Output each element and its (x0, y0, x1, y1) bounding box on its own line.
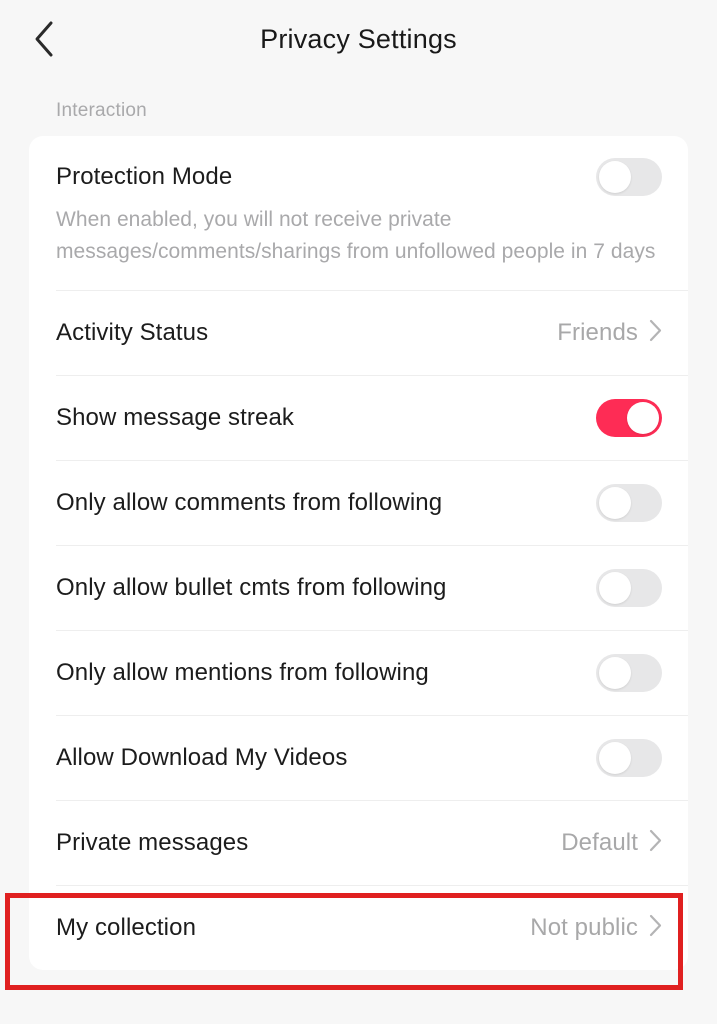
row-value: Default (561, 828, 638, 856)
row-only-allow-comments[interactable]: Only allow comments from following (29, 461, 688, 545)
row-value: Friends (557, 318, 638, 346)
toggle-only-allow-bullet-cmts[interactable] (596, 568, 662, 607)
row-allow-download-my-videos[interactable]: Allow Download My Videos (29, 716, 688, 800)
row-label: Activity Status (56, 319, 209, 347)
toggle-only-allow-mentions[interactable] (596, 653, 662, 692)
toggle-only-allow-comments[interactable] (596, 483, 662, 522)
toggle-allow-download-my-videos[interactable] (596, 738, 662, 777)
row-only-allow-mentions[interactable]: Only allow mentions from following (29, 631, 688, 715)
row-only-allow-bullet-cmts[interactable]: Only allow bullet cmts from following (29, 546, 688, 630)
row-label: Only allow bullet cmts from following (56, 574, 447, 602)
row-control: Friends (557, 319, 662, 347)
chevron-right-icon (649, 914, 662, 942)
toggle-knob (599, 161, 631, 193)
row-control (596, 158, 662, 196)
toggle-knob (627, 401, 659, 434)
chevron-left-icon (33, 20, 55, 58)
row-control (596, 568, 662, 607)
toggle-protection-mode[interactable] (596, 158, 662, 196)
row-label: Only allow mentions from following (56, 659, 429, 687)
row-control: Default (561, 829, 662, 857)
row-control (596, 483, 662, 522)
page-title: Privacy Settings (260, 23, 457, 54)
row-my-collection[interactable]: My collection Not public (29, 886, 688, 970)
row-protection-mode-top: Protection Mode (56, 158, 662, 196)
row-value: Not public (530, 913, 638, 941)
toggle-knob (599, 656, 631, 689)
row-label: My collection (56, 914, 197, 942)
row-label: Protection Mode (56, 163, 233, 191)
row-label: Private messages (56, 829, 249, 857)
row-description: When enabled, you will not receive priva… (56, 208, 656, 263)
section-label-interaction: Interaction (56, 100, 147, 121)
chevron-right-icon (649, 829, 662, 857)
settings-card: Protection Mode When enabled, you will n… (29, 136, 688, 970)
settings-card-wrapper: Protection Mode When enabled, you will n… (0, 136, 717, 970)
row-control (596, 398, 662, 437)
app-header: Privacy Settings (0, 0, 717, 78)
chevron-right-icon (649, 319, 662, 347)
row-private-messages[interactable]: Private messages Default (29, 801, 688, 885)
row-label: Allow Download My Videos (56, 744, 348, 772)
row-control (596, 653, 662, 692)
row-control: Not public (530, 914, 662, 942)
row-label: Show message streak (56, 404, 295, 432)
row-show-message-streak[interactable]: Show message streak (29, 376, 688, 460)
row-activity-status[interactable]: Activity Status Friends (29, 291, 688, 375)
toggle-knob (599, 741, 631, 774)
row-label: Only allow comments from following (56, 489, 443, 517)
row-control (596, 738, 662, 777)
toggle-knob (599, 486, 631, 519)
row-protection-mode[interactable]: Protection Mode When enabled, you will n… (29, 136, 688, 290)
toggle-show-message-streak[interactable] (596, 398, 662, 437)
toggle-knob (599, 571, 631, 604)
back-button[interactable] (18, 13, 70, 65)
